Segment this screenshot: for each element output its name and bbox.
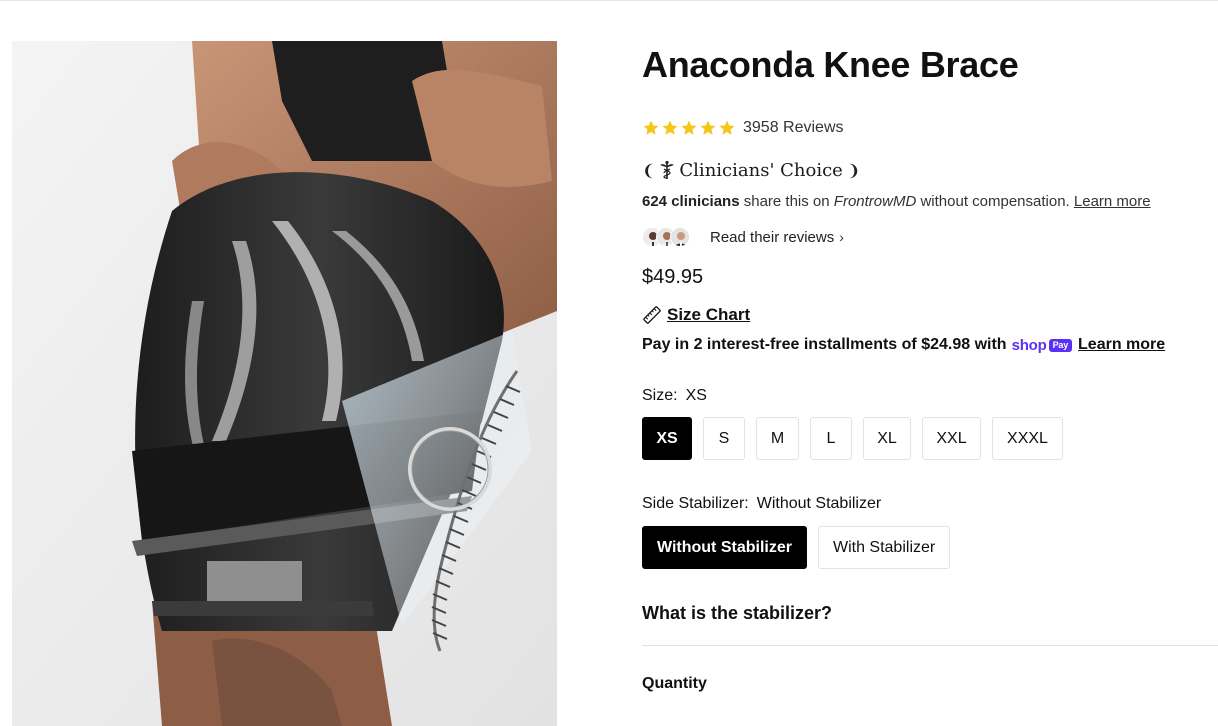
installments-row: Pay in 2 interest-free installments of $… <box>642 335 1165 355</box>
size-selector: XS S M L XL XXL XXXL <box>642 417 1063 460</box>
stabilizer-selected-value: Without Stabilizer <box>756 495 882 512</box>
rating-row[interactable]: 3958 Reviews <box>642 117 844 139</box>
product-info-panel: Anaconda Knee Brace 3958 Reviews ❨ Clini… <box>642 0 1218 726</box>
size-xxl-button[interactable]: XXL <box>922 417 981 460</box>
size-s-button[interactable]: S <box>703 417 745 460</box>
star-icon <box>719 120 735 135</box>
shop-pay-word: shop <box>1011 336 1047 354</box>
clinicians-choice-badge: ❨ Clinicians' Choice ❩ <box>642 158 860 182</box>
without-stabilizer-button[interactable]: Without Stabilizer <box>642 526 807 569</box>
product-image[interactable] <box>12 41 557 726</box>
size-chart-link[interactable]: Size Chart <box>642 304 750 326</box>
installments-learn-more-link[interactable]: Learn more <box>1078 336 1165 354</box>
stabilizer-option-label: Side Stabilizer: Without Stabilizer <box>642 495 881 513</box>
stabilizer-selector: Without Stabilizer With Stabilizer <box>642 526 951 569</box>
size-chart-label: Size Chart <box>667 305 751 324</box>
laurel-right-icon: ❩ <box>846 160 861 180</box>
size-xl-button[interactable]: XL <box>863 417 911 460</box>
clinicians-learn-more-link[interactable]: Learn more <box>1074 193 1151 210</box>
read-reviews-label: Read their reviews <box>710 228 835 246</box>
product-price: $49.95 <box>642 266 704 288</box>
size-m-button[interactable]: M <box>756 417 799 460</box>
size-selected-value: XS <box>685 387 707 404</box>
avatar <box>670 227 690 247</box>
with-stabilizer-button[interactable]: With Stabilizer <box>817 526 951 569</box>
star-icon <box>681 120 697 135</box>
size-xs-button[interactable]: XS <box>642 417 692 460</box>
shop-pay-logo: shop Pay <box>1011 336 1073 354</box>
reviews-count[interactable]: 3958 Reviews <box>743 119 844 137</box>
star-icon <box>662 120 678 135</box>
ruler-icon <box>643 306 661 324</box>
star-icon <box>700 120 716 135</box>
size-label: Size: <box>642 387 678 404</box>
size-l-button[interactable]: L <box>810 417 852 460</box>
installments-text: Pay in 2 interest-free installments of $… <box>642 336 1007 353</box>
laurel-left-icon: ❨ <box>642 160 656 180</box>
caduceus-icon <box>660 160 675 179</box>
clinicians-text-after: without compensation. <box>916 193 1074 210</box>
clinicians-text-before: share this on <box>739 193 834 210</box>
size-xxxl-button[interactable]: XXXL <box>992 417 1063 460</box>
size-option-label: Size: XS <box>642 387 707 405</box>
shop-pay-badge: Pay <box>1048 338 1073 352</box>
stabilizer-info-toggle[interactable]: What is the stabilizer? <box>642 603 832 624</box>
star-rating <box>642 119 736 137</box>
clinicians-count: 624 clinicians <box>642 193 740 210</box>
chevron-right-icon: › <box>839 229 844 245</box>
section-divider <box>642 645 1218 646</box>
platform-name: FrontrowMD <box>833 193 917 210</box>
clinician-avatars-row[interactable]: Read their reviews › <box>642 226 844 248</box>
clinicians-choice-label: Clinicians' Choice <box>679 159 843 181</box>
stabilizer-label: Side Stabilizer: <box>642 495 749 512</box>
clinicians-note: 624 clinicians share this on FrontrowMD … <box>642 193 1151 210</box>
read-their-reviews-link[interactable]: Read their reviews › <box>710 229 844 246</box>
star-icon <box>643 120 659 135</box>
product-title: Anaconda Knee Brace <box>642 44 1019 85</box>
quantity-label: Quantity <box>642 675 707 692</box>
